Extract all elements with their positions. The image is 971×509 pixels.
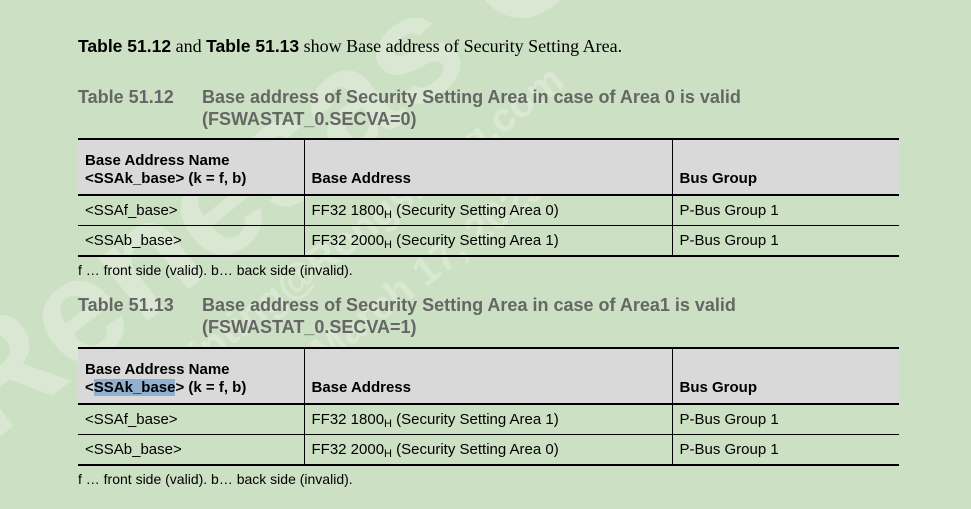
base-address-table: Base Address Name <SSAk_base> (k = f, b)…	[78, 347, 899, 466]
table-row: <SSAf_base> FF32 1800H (Security Setting…	[78, 404, 899, 435]
table-cell: FF32 1800H (Security Setting Area 0)	[303, 195, 672, 226]
table-title-line: (FSWASTAT_0.SECVA=0)	[202, 109, 417, 129]
table-cell: P-Bus Group 1	[671, 225, 899, 257]
table-row: <SSAb_base> FF32 2000H (Security Setting…	[78, 434, 899, 466]
table-footnote: f … front side (valid). b… back side (in…	[78, 262, 353, 278]
table-title-line: Base address of Security Setting Area in…	[202, 87, 741, 107]
table-cell: <SSAb_base>	[78, 225, 304, 257]
table-ref-link[interactable]: Table 51.13	[206, 36, 299, 56]
table-footnote: f … front side (valid). b… back side (in…	[78, 471, 353, 487]
table-number: Table 51.12	[78, 87, 174, 107]
table-title: Base address of Security Setting Area in…	[202, 294, 842, 338]
table-ref-link[interactable]: Table 51.12	[78, 36, 171, 56]
table-cell: P-Bus Group 1	[671, 434, 899, 466]
table-cell: FF32 2000H (Security Setting Area 0)	[303, 434, 672, 466]
table-header-row: Base Address Name <SSAk_base> (k = f, b)…	[78, 348, 899, 404]
table-cell: P-Bus Group 1	[671, 195, 899, 226]
table-title-line: (FSWASTAT_0.SECVA=1)	[202, 317, 417, 337]
table-row: <SSAb_base> FF32 2000H (Security Setting…	[78, 225, 899, 257]
table-cell: <SSAb_base>	[78, 434, 304, 466]
header-cell: Bus Group	[671, 139, 899, 195]
table-cell: <SSAf_base>	[78, 404, 304, 435]
text-selection[interactable]: SSAk_base	[93, 379, 176, 396]
table-cell: FF32 2000H (Security Setting Area 1)	[303, 225, 672, 257]
table-title: Base address of Security Setting Area in…	[202, 86, 842, 130]
intro-text: show Base address of Security Setting Ar…	[299, 36, 623, 56]
header-cell: Base Address	[303, 139, 672, 195]
header-cell: Bus Group	[671, 348, 899, 404]
table-row: <SSAf_base> FF32 1800H (Security Setting…	[78, 195, 899, 226]
table-cell: FF32 1800H (Security Setting Area 1)	[303, 404, 672, 435]
intro-text: and	[171, 36, 207, 56]
header-cell: Base Address Name <SSAk_base> (k = f, b)	[85, 361, 247, 396]
header-cell: Base Address Name <SSAk_base> (k = f, b)	[85, 152, 247, 187]
table-header-row: Base Address Name <SSAk_base> (k = f, b)…	[78, 139, 899, 195]
table-title-line: Base address of Security Setting Area in…	[202, 295, 736, 315]
intro-paragraph: Table 51.12 and Table 51.13 show Base ad…	[78, 36, 622, 57]
table-number: Table 51.13	[78, 295, 174, 315]
base-address-table: Base Address Name <SSAk_base> (k = f, b)…	[78, 138, 899, 257]
table-cell: <SSAf_base>	[78, 195, 304, 226]
header-cell: Base Address	[303, 348, 672, 404]
table-cell: P-Bus Group 1	[671, 404, 899, 435]
